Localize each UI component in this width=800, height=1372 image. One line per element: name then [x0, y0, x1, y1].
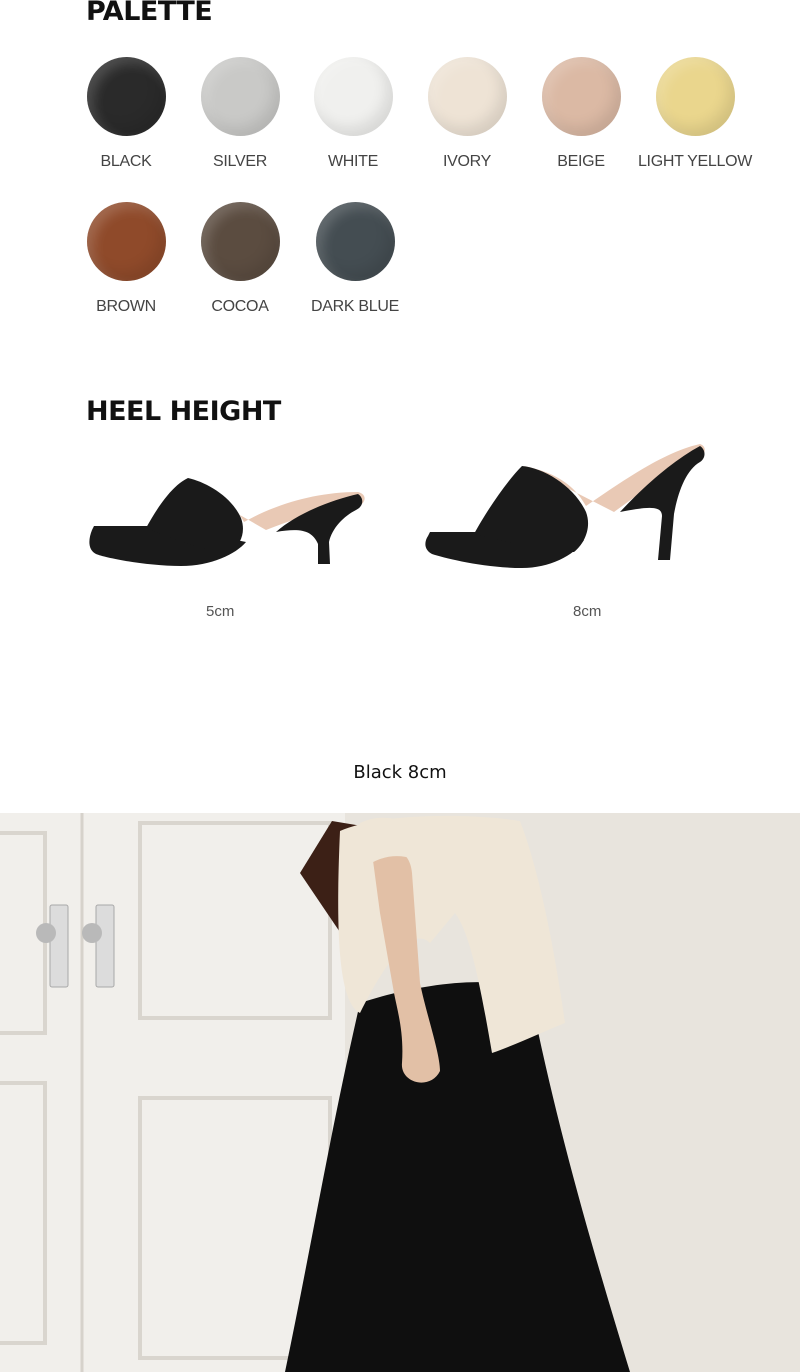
palette-title: PALETTE [86, 0, 213, 27]
swatch-brown[interactable]: BROWN [68, 202, 184, 316]
swatch-circle [86, 202, 166, 281]
shoe-8cm-image[interactable] [424, 440, 708, 572]
swatch-white[interactable]: WHITE [295, 57, 411, 171]
swatch-cocoa[interactable]: COCOA [182, 202, 298, 316]
door-knob [82, 923, 102, 943]
model-photo-illustration [0, 813, 800, 1372]
swatch-ivory[interactable]: IVORY [409, 57, 525, 171]
swatch-label: DARK BLUE [311, 298, 399, 315]
heel-height-title: HEEL HEIGHT [86, 396, 281, 427]
door-handle-plate [95, 904, 115, 988]
swatch-light-yellow[interactable]: LIGHT YELLOW [637, 57, 753, 171]
swatch-black[interactable]: BLACK [68, 57, 184, 171]
swatch-dark-blue[interactable]: DARK BLUE [297, 202, 413, 316]
swatch-circle [200, 202, 280, 281]
swatch-circle [86, 57, 166, 136]
swatch-label: BLACK [100, 153, 152, 170]
shoe-5cm-image[interactable] [86, 470, 368, 572]
swatch-circle [315, 202, 395, 281]
swatch-label: BEIGE [557, 153, 605, 170]
swatch-label: LIGHT YELLOW [637, 153, 753, 170]
door-knob [36, 923, 56, 943]
door-panel [0, 813, 345, 1372]
swatch-label: IVORY [442, 153, 491, 170]
swatch-circle [655, 57, 735, 136]
photo-caption: Black 8cm [353, 762, 447, 783]
swatch-circle [313, 57, 393, 136]
swatch-circle [200, 57, 280, 136]
swatch-label: SILVER [213, 153, 267, 170]
swatch-label: COCOA [211, 298, 269, 315]
swatch-circle [541, 57, 621, 136]
heel-label-5cm: 5cm [206, 603, 235, 620]
model-photo [0, 813, 800, 1372]
door-handle-plate [49, 904, 69, 988]
swatch-label: BROWN [96, 298, 156, 315]
heel-label-8cm: 8cm [573, 603, 602, 620]
swatch-silver[interactable]: SILVER [182, 57, 298, 171]
swatch-label: WHITE [327, 153, 379, 170]
swatch-circle [427, 57, 507, 136]
swatch-beige[interactable]: BEIGE [523, 57, 639, 171]
